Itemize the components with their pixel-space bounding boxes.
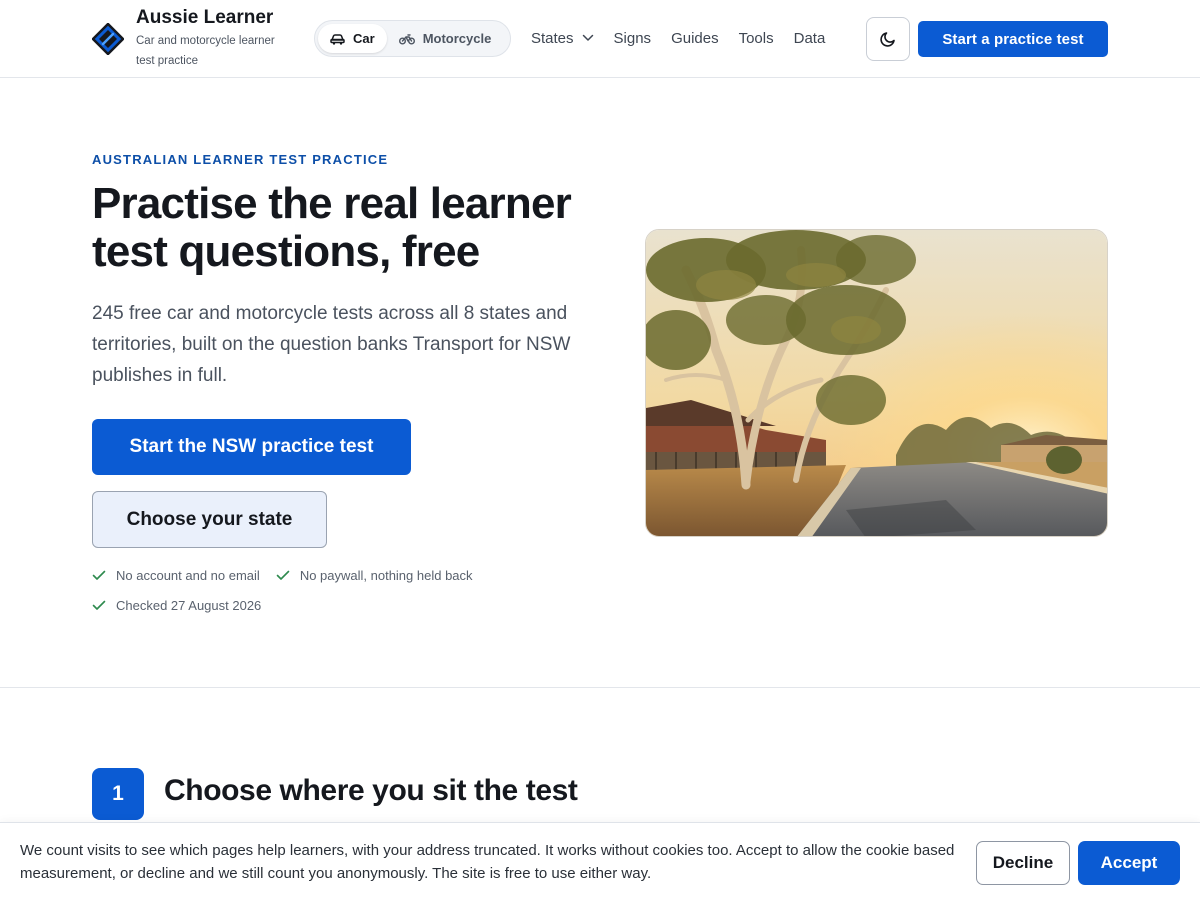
chevron-down-icon <box>582 34 593 41</box>
check-item: Checked 27 August 2026 <box>92 598 261 613</box>
hero-checklist: No account and no email No paywall, noth… <box>92 564 572 624</box>
choose-state-button[interactable]: Choose your state <box>92 491 327 548</box>
nav-states-label: States <box>531 29 574 47</box>
check-item: No account and no email <box>92 568 260 583</box>
check-item: No paywall, nothing held back <box>276 568 473 583</box>
start-practice-test-button[interactable]: Start a practice test <box>918 21 1108 57</box>
suburban-street-photo <box>646 230 1107 536</box>
cookie-message: We count visits to see which pages help … <box>20 842 955 882</box>
hero-image <box>645 229 1108 537</box>
nav-tools[interactable]: Tools <box>739 30 774 47</box>
nav-signs[interactable]: Signs <box>614 30 652 47</box>
moon-icon <box>880 32 895 47</box>
brand[interactable]: Aussie Learner Car and motorcycle learne… <box>92 6 296 71</box>
step-number-badge: 1 <box>92 768 144 820</box>
nav-states[interactable]: States <box>531 30 594 47</box>
cookie-banner: We count visits to see which pages help … <box>0 822 1200 900</box>
car-mode-label: Car <box>353 31 375 46</box>
motorcycle-mode-label: Motorcycle <box>422 31 492 46</box>
check-icon <box>92 600 106 610</box>
site-header: Aussie Learner Car and motorcycle learne… <box>0 0 1200 78</box>
car-icon <box>330 33 345 45</box>
check-item-label: Checked 27 August 2026 <box>116 597 262 613</box>
hero-lead: 245 free car and motorcycle tests across… <box>92 303 571 386</box>
step-title: Choose where you sit the test <box>164 774 578 807</box>
hero-title: Practise the real learner test questions… <box>92 179 572 276</box>
motorcycle-icon <box>398 33 415 44</box>
nav-data[interactable]: Data <box>794 30 826 47</box>
start-nsw-test-button[interactable]: Start the NSW practice test <box>92 419 411 475</box>
hero-eyebrow: AUSTRALIAN LEARNER TEST PRACTICE <box>92 152 389 167</box>
check-item-label: No paywall, nothing held back <box>299 567 473 583</box>
vehicle-mode-toggle: Car Motorcycle <box>314 20 511 57</box>
brand-tagline: Car and motorcycle learner test practice <box>136 35 275 67</box>
check-icon <box>92 570 106 580</box>
main-nav: States Signs Guides Tools Data <box>531 27 845 49</box>
theme-toggle-button[interactable] <box>866 17 910 61</box>
motorcycle-mode-button[interactable]: Motorcycle <box>387 24 504 53</box>
car-mode-button[interactable]: Car <box>318 24 387 53</box>
diamond-logo-icon <box>92 23 124 55</box>
check-item-label: No account and no email <box>116 567 260 583</box>
brand-name: Aussie Learner <box>136 7 274 28</box>
section-divider <box>0 687 1200 688</box>
cookie-accept-button[interactable]: Accept <box>1078 841 1180 885</box>
nav-guides[interactable]: Guides <box>671 30 719 47</box>
cookie-decline-button[interactable]: Decline <box>976 841 1070 885</box>
check-icon <box>276 570 290 580</box>
